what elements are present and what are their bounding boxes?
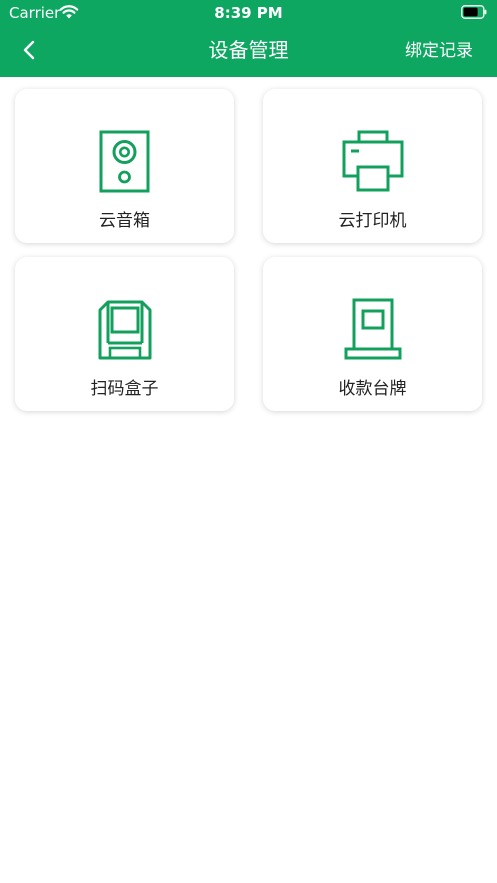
device-card-scan-box[interactable]: 扫码盒子 (15, 257, 234, 411)
back-button[interactable] (14, 34, 46, 66)
battery-icon (461, 5, 487, 19)
device-card-cloud-speaker[interactable]: 云音箱 (15, 89, 234, 243)
device-label: 云打印机 (338, 211, 407, 231)
speaker-icon (99, 130, 150, 193)
device-card-payment-stand[interactable]: 收款台牌 (263, 257, 482, 411)
payment-stand-icon (344, 298, 402, 360)
scan-box-icon (98, 300, 152, 360)
status-bar: Carrier 8:39 PM (0, 0, 497, 26)
device-label: 云音箱 (99, 211, 150, 231)
device-label: 扫码盒子 (90, 379, 159, 399)
status-time: 8:39 PM (214, 4, 283, 22)
app-header: Carrier 8:39 PM 设备管理 绑定记录 (0, 0, 497, 77)
device-label: 收款台牌 (338, 379, 407, 399)
printer-icon (342, 130, 404, 192)
binding-records-button[interactable]: 绑定记录 (405, 39, 473, 63)
navigation-bar: 设备管理 绑定记录 (0, 26, 497, 77)
chevron-left-icon (23, 40, 35, 60)
device-card-cloud-printer[interactable]: 云打印机 (263, 89, 482, 243)
